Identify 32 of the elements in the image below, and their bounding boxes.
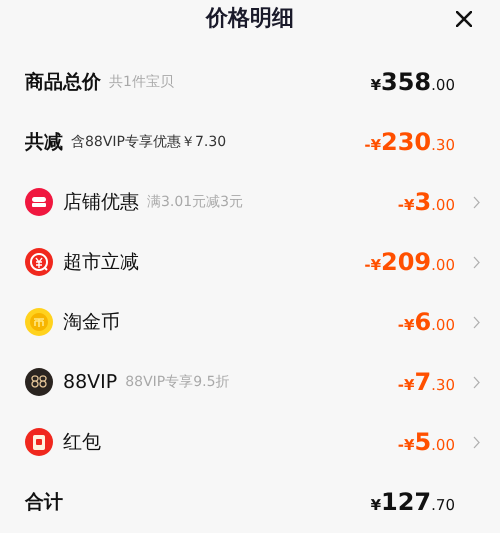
row-label: 共减	[25, 130, 63, 155]
close-icon[interactable]	[456, 11, 472, 27]
sheet-title: 价格明细	[206, 4, 294, 32]
row-label: 超市立减	[63, 250, 139, 275]
yuan-coin-icon	[25, 248, 53, 276]
chevron-right-icon[interactable]	[473, 256, 480, 268]
amount-value: -¥3.00	[398, 187, 455, 218]
row-label: 商品总价	[25, 70, 101, 95]
amount-value: ¥127.70	[370, 487, 455, 518]
amount-value: -¥209.00	[364, 247, 455, 278]
chevron-right-icon[interactable]	[473, 436, 480, 448]
amount-value: -¥6.00	[398, 307, 455, 338]
amount-value: -¥230.30	[364, 127, 455, 158]
chevron-right-icon[interactable]	[473, 196, 480, 208]
row-label: 红包	[63, 430, 101, 455]
amount-value: -¥7.30	[398, 367, 455, 398]
chevron-right-icon[interactable]	[473, 316, 480, 328]
vip-badge-icon	[25, 368, 53, 396]
row-note: 88VIP专享9.5折	[125, 372, 230, 392]
row-label: 淘金币	[63, 310, 120, 335]
amount-value: ¥358.00	[370, 67, 455, 98]
row-label: 合计	[25, 490, 63, 515]
row-label: 店铺优惠	[63, 190, 139, 215]
coin-icon	[25, 308, 53, 336]
row-note: 含88VIP专享优惠￥7.30	[71, 132, 226, 152]
row-note: 满3.01元减3元	[147, 192, 244, 212]
shop-icon	[25, 188, 53, 216]
chevron-right-icon[interactable]	[473, 376, 480, 388]
row-label: 88VIP	[63, 370, 118, 395]
amount-value: -¥5.00	[398, 427, 455, 458]
row-note: 共1件宝贝	[109, 72, 174, 92]
envelope-icon	[25, 428, 53, 456]
